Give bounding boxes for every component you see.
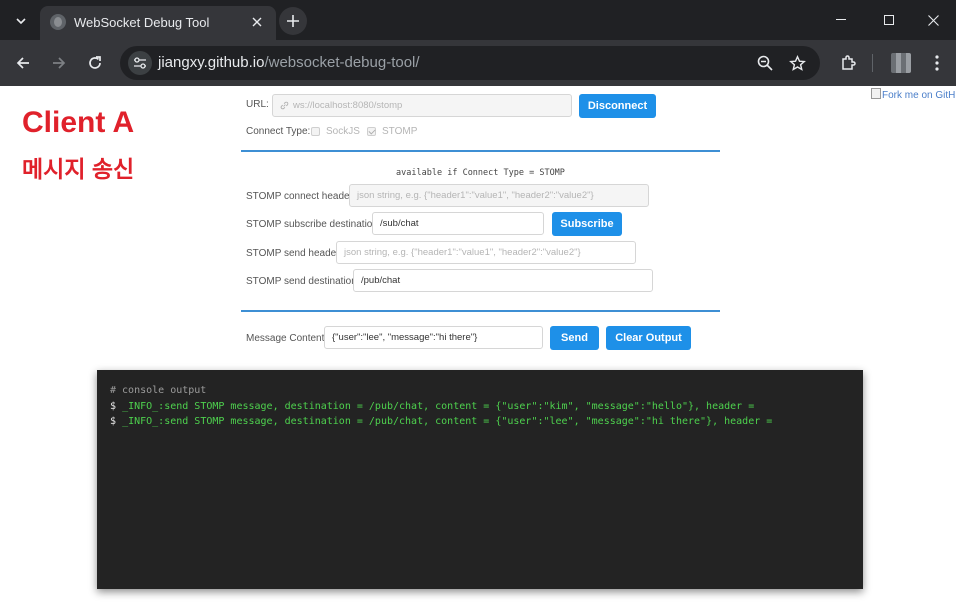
tab-strip: WebSocket Debug Tool (0, 0, 956, 40)
connect-header-label: STOMP connect header: (246, 191, 356, 202)
extensions-button[interactable] (834, 49, 862, 77)
connect-header-placeholder: json string, e.g. {"header1":"value1", "… (357, 190, 594, 201)
send-header-input[interactable]: json string, e.g. {"header1":"value1", "… (336, 241, 636, 264)
close-icon (927, 14, 939, 26)
clear-output-button[interactable]: Clear Output (606, 326, 691, 350)
new-tab-button[interactable] (279, 7, 307, 35)
console-prompt: $ (110, 416, 117, 427)
maximize-button[interactable] (866, 0, 912, 40)
menu-button[interactable] (923, 49, 951, 77)
zoom-button[interactable] (755, 53, 775, 73)
console-log-text: _INFO_:send STOMP message, destination =… (122, 416, 773, 427)
console-line: $ _INFO_:send STOMP message, destination… (110, 401, 754, 412)
url-label: URL: (246, 99, 269, 110)
window-close-button[interactable] (910, 0, 956, 40)
console-output[interactable]: # console output $ _INFO_:send STOMP mes… (97, 370, 863, 589)
subscribe-destination-value: /sub/chat (380, 218, 419, 229)
toolbar-separator (872, 54, 873, 72)
chevron-down-icon (16, 18, 26, 24)
console-header: # console output (110, 385, 207, 396)
subscribe-destination-label: STOMP subscribe destination: (246, 219, 381, 230)
browser-toolbar: jiangxy.github.io/websocket-debug-tool/ (0, 40, 956, 86)
active-tab[interactable]: WebSocket Debug Tool (40, 6, 276, 40)
address-bar[interactable]: jiangxy.github.io/websocket-debug-tool/ (120, 46, 820, 80)
send-header-placeholder: json string, e.g. {"header1":"value1", "… (344, 247, 581, 258)
annotation-title: Client A (22, 106, 135, 139)
zoom-out-icon (757, 55, 773, 71)
arrow-right-icon (53, 57, 66, 69)
tab-close-button[interactable] (248, 13, 266, 31)
subscribe-button[interactable]: Subscribe (552, 212, 622, 236)
plus-icon (287, 15, 299, 27)
link-icon (280, 101, 289, 110)
globe-icon (50, 14, 66, 30)
stomp-label: STOMP (382, 126, 418, 137)
url-input-value: ws://localhost:8080/stomp (293, 100, 403, 111)
url-input[interactable]: ws://localhost:8080/stomp (272, 94, 572, 117)
more-vert-icon (935, 55, 939, 71)
fork-me-text: Fork me on GitHub (882, 90, 956, 101)
fork-me-link[interactable]: Fork me on GitHub (871, 88, 956, 101)
message-content-value: {"user":"lee", "message":"hi there"} (332, 332, 478, 343)
section-divider (241, 150, 720, 152)
minimize-icon (836, 19, 846, 20)
reload-icon (89, 56, 101, 69)
subscribe-destination-input[interactable]: /sub/chat (372, 212, 544, 235)
message-content-label: Message Content: (246, 333, 328, 344)
annotation-subtitle: 메시지 송신 (22, 156, 135, 182)
message-content-input[interactable]: {"user":"lee", "message":"hi there"} (324, 326, 543, 349)
tune-icon (134, 57, 146, 69)
forward-button[interactable] (45, 49, 73, 77)
disconnect-button[interactable]: Disconnect (579, 94, 656, 118)
site-info-button[interactable] (128, 51, 152, 75)
console-log-text: _INFO_:send STOMP message, destination =… (122, 401, 755, 412)
stomp-note: available if Connect Type = STOMP (396, 168, 565, 178)
send-destination-input[interactable]: /pub/chat (353, 269, 653, 292)
console-line: $ _INFO_:send STOMP message, destination… (110, 416, 772, 427)
arrow-left-icon (16, 57, 29, 69)
tab-search-button[interactable] (8, 8, 34, 34)
url-path: /websocket-debug-tool/ (264, 54, 420, 71)
sockjs-label: SockJS (326, 126, 360, 137)
puzzle-icon (842, 55, 856, 70)
url-text: jiangxy.github.io/websocket-debug-tool/ (158, 54, 420, 71)
send-destination-label: STOMP send destination: (246, 276, 360, 287)
back-button[interactable] (9, 49, 37, 77)
tab-title: WebSocket Debug Tool (74, 15, 210, 30)
connect-type-label: Connect Type: (246, 126, 311, 137)
profile-avatar[interactable] (891, 53, 911, 73)
section-divider (241, 310, 720, 312)
sockjs-checkbox[interactable] (311, 127, 320, 136)
connect-header-input[interactable]: json string, e.g. {"header1":"value1", "… (349, 184, 649, 207)
send-button[interactable]: Send (550, 326, 599, 350)
reload-button[interactable] (81, 49, 109, 77)
console-prompt: $ (110, 401, 117, 412)
star-icon (788, 54, 806, 71)
send-header-label: STOMP send header: (246, 248, 343, 259)
bookmark-button[interactable] (787, 53, 807, 73)
minimize-button[interactable] (818, 0, 864, 40)
url-host: jiangxy.github.io (158, 54, 265, 71)
broken-image-icon (871, 88, 881, 99)
close-icon (252, 17, 262, 27)
send-destination-value: /pub/chat (361, 275, 401, 286)
stomp-checkbox[interactable] (367, 127, 376, 136)
maximize-icon (884, 15, 894, 25)
